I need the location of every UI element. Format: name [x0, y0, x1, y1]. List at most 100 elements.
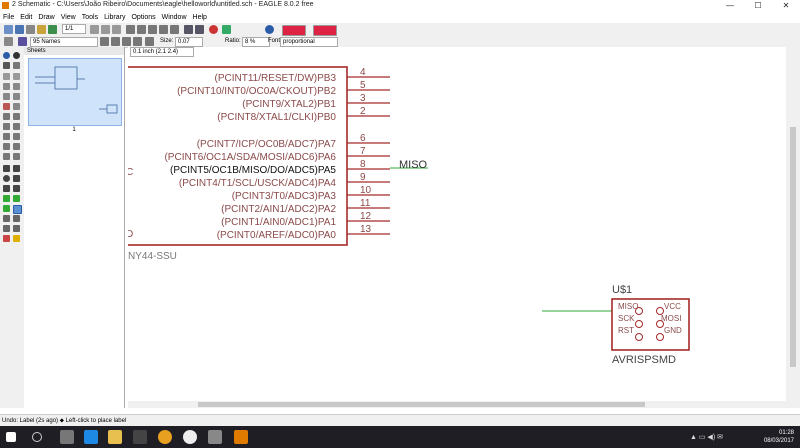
text-icon[interactable]: [145, 37, 154, 46]
open-icon[interactable]: [4, 25, 13, 34]
gate-swap-icon[interactable]: [3, 153, 10, 160]
menu-edit[interactable]: Edit: [17, 12, 35, 23]
redraw-icon[interactable]: [170, 25, 179, 34]
polygon-icon[interactable]: [13, 185, 20, 192]
junction-icon[interactable]: [3, 205, 10, 212]
circle-icon[interactable]: [3, 175, 10, 182]
label-icon[interactable]: [13, 205, 22, 214]
fusion-sync-icon[interactable]: [282, 25, 306, 36]
net-icon[interactable]: [13, 195, 20, 202]
layer-select[interactable]: 95 Names: [30, 37, 98, 47]
zoom-fit-icon[interactable]: [126, 25, 135, 34]
layer-color-icon[interactable]: [18, 37, 27, 46]
horizontal-scrollbar[interactable]: [128, 401, 786, 408]
clock[interactable]: 01:28 08/03/2017: [764, 429, 794, 445]
mirror-icon[interactable]: [111, 37, 120, 46]
mirror-tool-icon[interactable]: [3, 83, 10, 90]
stop-icon[interactable]: [209, 25, 218, 34]
rotate-tool-icon[interactable]: [13, 83, 20, 90]
modules-icon[interactable]: [13, 225, 20, 232]
chrome-icon[interactable]: [158, 430, 172, 444]
info-icon[interactable]: [3, 52, 10, 59]
optimize-icon[interactable]: [13, 153, 20, 160]
menu-window[interactable]: Window: [159, 12, 190, 23]
bus-icon[interactable]: [3, 195, 10, 202]
eagle-taskbar-icon[interactable]: [234, 430, 248, 444]
sheet-select[interactable]: 1/1: [62, 24, 86, 34]
split-icon[interactable]: [3, 143, 10, 150]
close-button[interactable]: ✕: [772, 0, 800, 12]
show-icon[interactable]: [13, 52, 20, 59]
replace-icon[interactable]: [13, 113, 20, 120]
delete-icon[interactable]: [3, 103, 10, 110]
vertical-scroll-thumb[interactable]: [790, 127, 796, 367]
use-icon[interactable]: [90, 25, 99, 34]
grid-icon[interactable]: [4, 37, 13, 46]
zoom-in-icon[interactable]: [137, 25, 146, 34]
wire-icon[interactable]: [3, 165, 10, 172]
redo-icon[interactable]: [195, 25, 204, 34]
add-icon[interactable]: [13, 103, 20, 110]
save-icon[interactable]: [15, 25, 24, 34]
file-explorer-icon[interactable]: [108, 430, 122, 444]
dimension-icon[interactable]: [13, 215, 20, 222]
app-icon[interactable]: [208, 430, 222, 444]
sheet-thumbnail[interactable]: [28, 58, 122, 126]
zoom-out-icon[interactable]: [148, 25, 157, 34]
menu-tools[interactable]: Tools: [79, 12, 101, 23]
size-input[interactable]: 0.07: [175, 37, 203, 47]
zoom-select-icon[interactable]: [159, 25, 168, 34]
vertical-scrollbar[interactable]: [786, 47, 800, 408]
undo-icon[interactable]: [184, 25, 193, 34]
menu-view[interactable]: View: [58, 12, 79, 23]
change-icon[interactable]: [13, 93, 20, 100]
font-select[interactable]: proportional: [280, 37, 338, 47]
help-icon[interactable]: [265, 25, 274, 34]
horizontal-scroll-thumb[interactable]: [198, 402, 645, 407]
windows-start-icon[interactable]: [6, 432, 16, 442]
menu-library[interactable]: Library: [101, 12, 128, 23]
menu-draw[interactable]: Draw: [35, 12, 57, 23]
ratio-input[interactable]: 8 %: [242, 37, 270, 47]
menu-help[interactable]: Help: [190, 12, 210, 23]
schematic-canvas[interactable]: C D NY44-SSU (PCINT11/RESET/DW)PB3 4 (PCIN…: [128, 47, 786, 401]
spin-icon[interactable]: [133, 37, 142, 46]
rotate-icon[interactable]: [122, 37, 131, 46]
move-icon[interactable]: [3, 73, 10, 80]
miso-net-label[interactable]: MISO: [399, 159, 428, 171]
edge-icon[interactable]: [84, 430, 98, 444]
frame-icon[interactable]: [3, 225, 10, 232]
go-icon[interactable]: [222, 25, 231, 34]
pinswap-icon[interactable]: [3, 113, 10, 120]
attribute-icon[interactable]: [3, 215, 10, 222]
miter-icon[interactable]: [13, 133, 20, 140]
menu-file[interactable]: File: [0, 12, 17, 23]
rect-icon[interactable]: [3, 185, 10, 192]
mark-icon[interactable]: [13, 62, 20, 69]
arc-icon[interactable]: [13, 175, 20, 182]
maximize-button[interactable]: ☐: [744, 0, 772, 12]
menu-options[interactable]: Options: [128, 12, 158, 23]
copy-icon[interactable]: [13, 73, 20, 80]
text-align-icon[interactable]: [100, 37, 109, 46]
store-icon[interactable]: [133, 430, 147, 444]
board-icon[interactable]: [48, 25, 57, 34]
value-icon[interactable]: [13, 123, 20, 130]
erc-icon[interactable]: [3, 235, 10, 242]
task-view-icon[interactable]: [60, 430, 74, 444]
run-icon[interactable]: [112, 25, 121, 34]
github-icon[interactable]: [183, 430, 197, 444]
text-tool-icon[interactable]: [13, 165, 20, 172]
system-tray[interactable]: ▲ ▭ ◀) ✉: [690, 433, 723, 441]
display-icon[interactable]: [3, 62, 10, 69]
group-icon[interactable]: [3, 93, 10, 100]
cam-icon[interactable]: [37, 25, 46, 34]
smash-icon[interactable]: [3, 133, 10, 140]
design-link-icon[interactable]: [313, 25, 337, 36]
name-icon[interactable]: [3, 123, 10, 130]
minimize-button[interactable]: —: [716, 0, 744, 12]
print-icon[interactable]: [26, 25, 35, 34]
search-icon[interactable]: [32, 432, 42, 442]
script-icon[interactable]: [101, 25, 110, 34]
invoke-icon[interactable]: [13, 143, 20, 150]
